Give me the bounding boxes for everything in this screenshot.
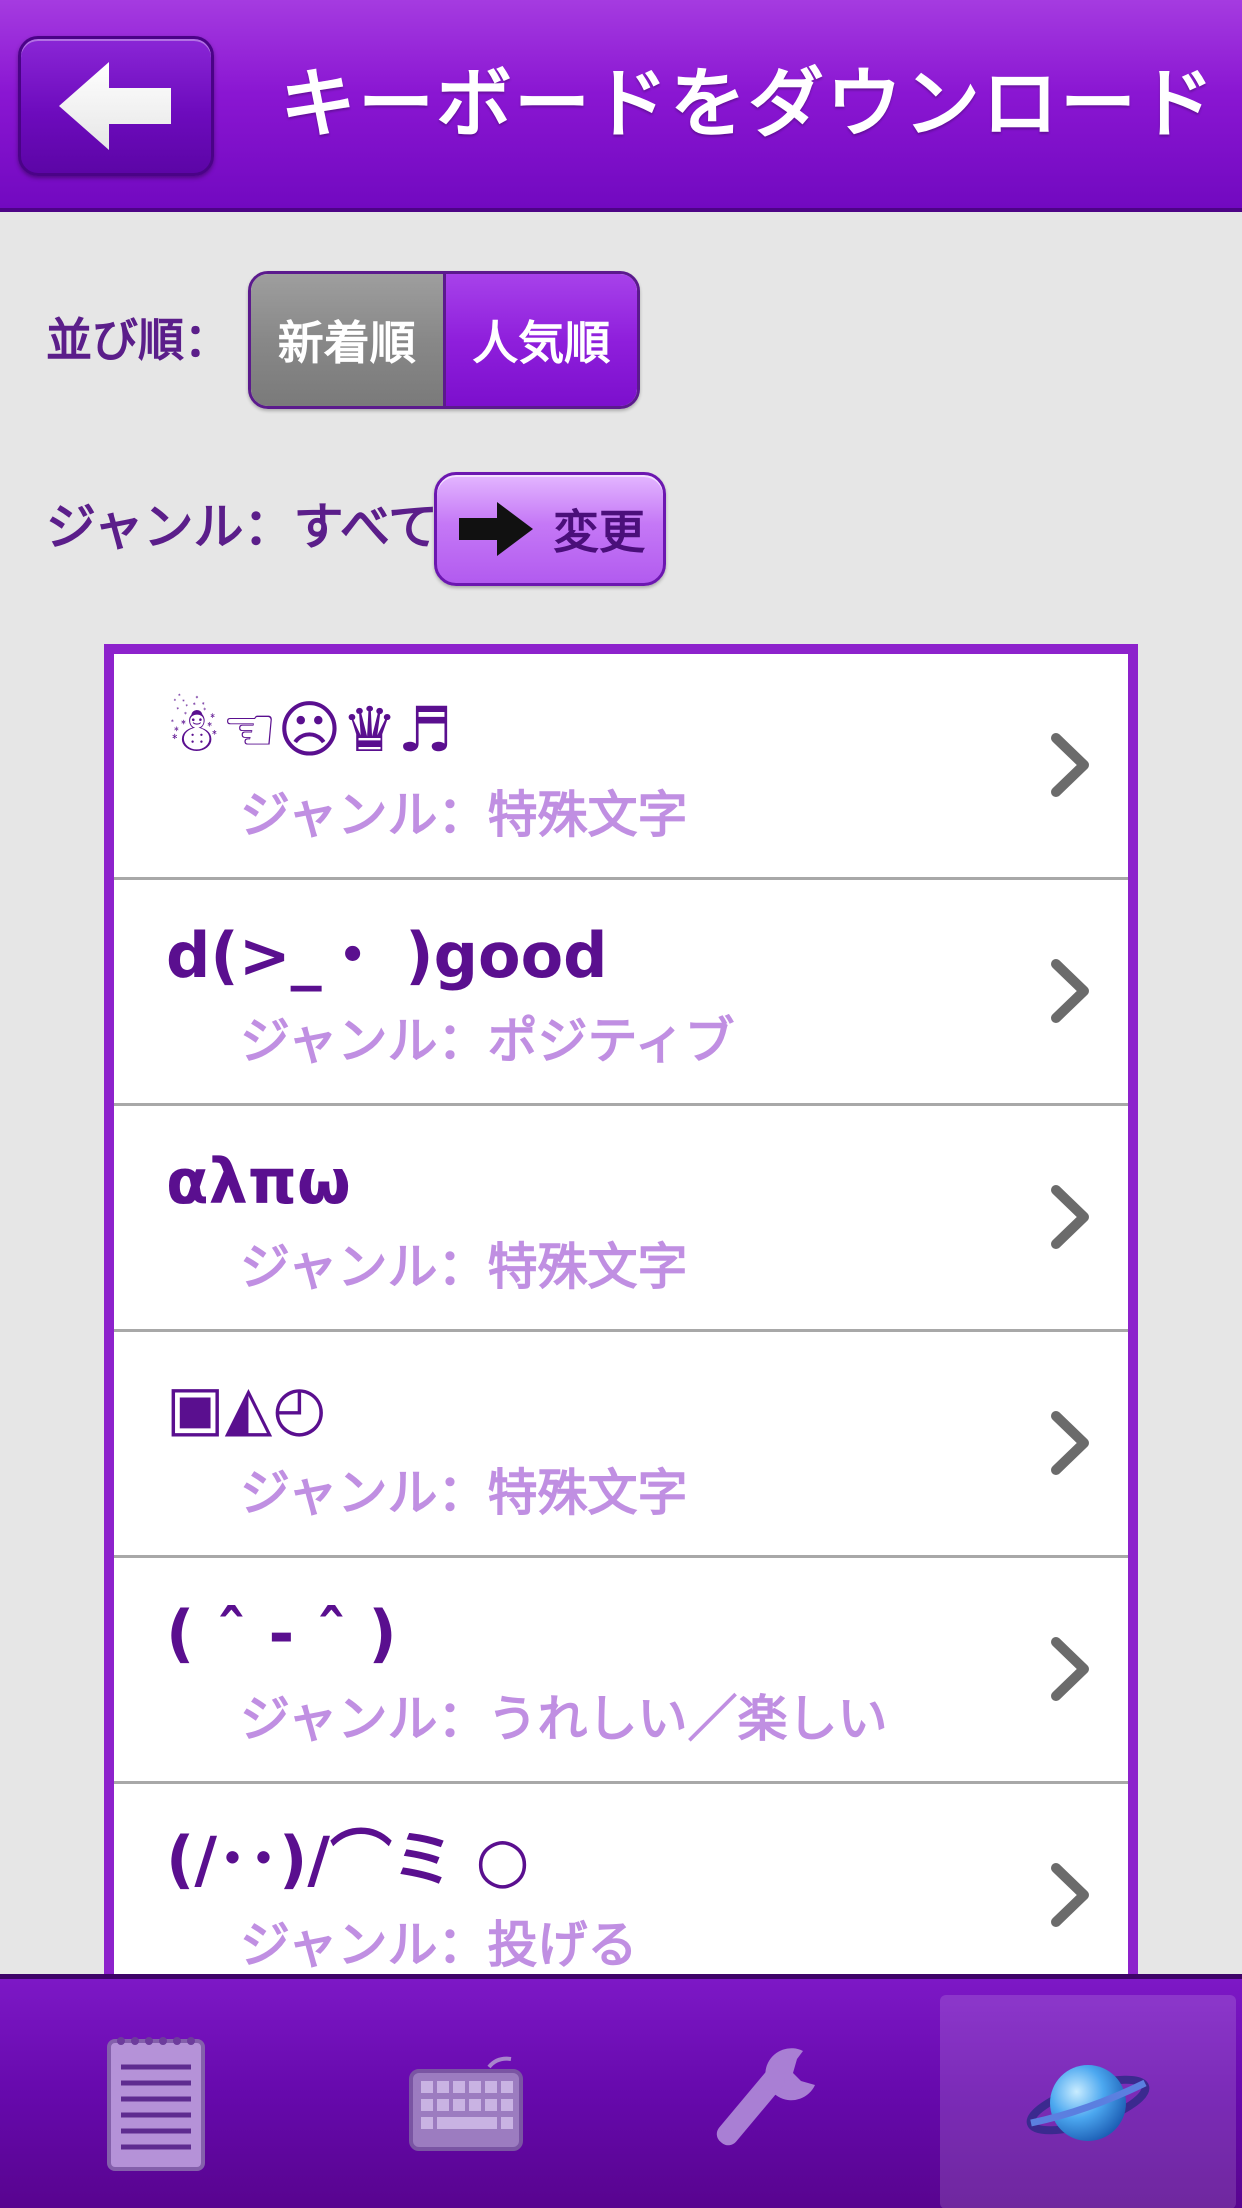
- back-arrow-icon: [59, 62, 171, 150]
- list-item[interactable]: ( ˆ - ˆ ) ジャンル：うれしい／楽しい: [114, 1558, 1128, 1784]
- keyboard-genre: ジャンル：うれしい／楽しい: [240, 1690, 888, 1748]
- sort-label: 並び順：: [46, 313, 230, 367]
- keyboard-genre: ジャンル：特殊文字: [240, 1464, 688, 1522]
- keyboard-title: αλπω: [166, 1145, 351, 1218]
- keyboard-title: ☃☜☹♛♬: [166, 693, 453, 766]
- chevron-right-icon: [1051, 959, 1089, 1023]
- change-genre-label: 変更: [553, 505, 645, 559]
- change-genre-button[interactable]: 変更: [434, 472, 666, 586]
- page-title: キーボードをダウンロード: [280, 59, 1216, 148]
- tab-download[interactable]: [940, 1995, 1236, 2208]
- genre-label: ジャンル：すべて: [46, 498, 438, 556]
- notepad-icon: [107, 2037, 205, 2171]
- back-button[interactable]: [18, 36, 214, 176]
- planet-icon: [1026, 2065, 1150, 2141]
- keyboard-genre: ジャンル：投げる: [240, 1916, 638, 1974]
- sort-popular-button[interactable]: 人気順: [445, 274, 637, 406]
- right-arrow-icon: [459, 502, 533, 556]
- sort-segmented-control: 新着順 人気順: [248, 271, 640, 409]
- keyboard-genre: ジャンル：ポジティブ: [240, 1012, 735, 1070]
- keyboard-icon: [409, 2056, 523, 2151]
- list-item[interactable]: αλπω ジャンル：特殊文字: [114, 1106, 1128, 1332]
- list-item[interactable]: d(>_・ )good ジャンル：ポジティブ: [114, 880, 1128, 1106]
- chevron-right-icon: [1051, 1185, 1089, 1249]
- chevron-right-icon: [1051, 1411, 1089, 1475]
- tab-notepad[interactable]: [8, 1995, 304, 2208]
- keyboard-genre: ジャンル：特殊文字: [240, 1238, 688, 1296]
- tab-keyboard[interactable]: [318, 1995, 614, 2208]
- wrench-icon: [716, 2048, 815, 2146]
- keyboard-title: d(>_・ )good: [166, 919, 608, 992]
- tab-settings[interactable]: [628, 1995, 924, 2208]
- list-item[interactable]: ☃☜☹♛♬ ジャンル：特殊文字: [114, 654, 1128, 880]
- chevron-right-icon: [1051, 733, 1089, 797]
- chevron-right-icon: [1051, 1637, 1089, 1701]
- keyboard-title: ▣◭◴: [166, 1371, 327, 1444]
- keyboard-genre: ジャンル：特殊文字: [240, 786, 688, 844]
- keyboard-title: (/･･)/⌒ミ ○: [166, 1823, 530, 1896]
- header-bar: キーボードをダウンロード: [0, 0, 1242, 212]
- chevron-right-icon: [1051, 1863, 1089, 1927]
- keyboard-title: ( ˆ - ˆ ): [166, 1597, 397, 1670]
- tab-bar: [0, 1974, 1242, 2208]
- sort-newest-button[interactable]: 新着順: [251, 274, 446, 406]
- list-item[interactable]: ▣◭◴ ジャンル：特殊文字: [114, 1332, 1128, 1558]
